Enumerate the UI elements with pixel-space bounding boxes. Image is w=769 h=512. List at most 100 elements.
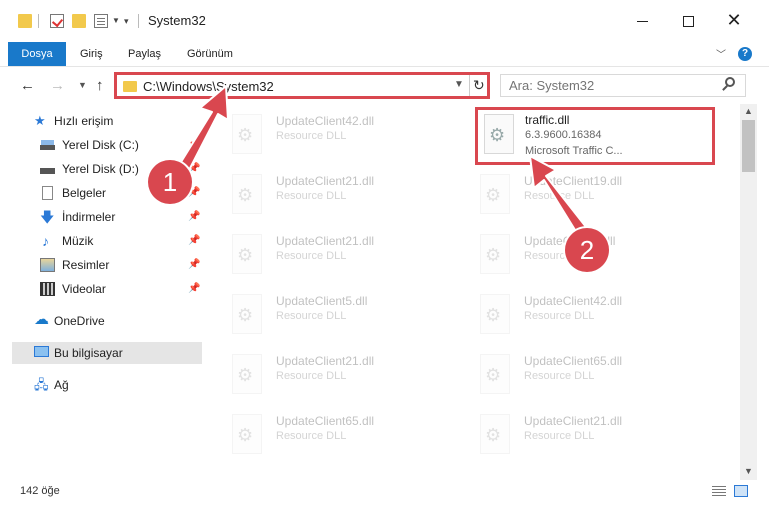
dll-file-icon: [232, 294, 262, 334]
forward-button[interactable]: →: [50, 77, 65, 94]
folder-icon: [18, 14, 32, 28]
file-name: UpdateClient21.dll: [276, 234, 375, 248]
maximize-button[interactable]: [673, 10, 703, 30]
folder-icon: [123, 81, 137, 92]
pin-icon[interactable]: 📌: [188, 254, 200, 276]
computer-icon: [34, 346, 49, 357]
scroll-down-icon[interactable]: ▼: [744, 466, 753, 476]
pin-icon[interactable]: 📌: [188, 278, 200, 300]
drive-icon: [40, 162, 55, 176]
sidebar-item-pictures[interactable]: Resimler 📌: [12, 254, 202, 276]
sidebar-item-quick-access[interactable]: ★ Hızlı erişim: [12, 110, 202, 132]
search-input[interactable]: [509, 78, 709, 93]
expand-ribbon-icon[interactable]: ﹀: [716, 46, 726, 61]
search-box[interactable]: [500, 74, 746, 97]
dll-file-icon: [232, 234, 262, 274]
file-item[interactable]: UpdateClient19.dll Resource DLL: [468, 168, 708, 224]
tab-share[interactable]: Paylaş: [128, 42, 161, 66]
file-type: Resource DLL: [276, 310, 347, 322]
window-title: System32: [148, 13, 206, 28]
file-item[interactable]: UpdateClient21.dll Resource DLL: [220, 228, 460, 284]
sidebar-item-label: OneDrive: [54, 314, 105, 328]
dll-file-icon: [232, 414, 262, 454]
customize-quick-access-icon[interactable]: ▾: [124, 16, 129, 27]
minimize-icon: [636, 20, 648, 22]
item-count: 142 öğe: [20, 485, 60, 497]
file-item[interactable]: UpdateClient65.dll Resource DLL: [468, 348, 708, 404]
sidebar-item-label: İndirmeler: [62, 210, 116, 224]
divider: [469, 75, 470, 96]
file-item-traffic-dll[interactable]: traffic.dll 6.3.9600.16384 Microsoft Tra…: [475, 107, 715, 165]
chevron-down-icon[interactable]: ▼: [112, 16, 120, 25]
file-item[interactable]: UpdateClient21.dll Resource DLL: [220, 168, 460, 224]
help-icon[interactable]: ?: [738, 47, 752, 61]
recent-locations-icon[interactable]: ▼: [78, 80, 87, 90]
vertical-scrollbar[interactable]: ▲ ▼: [740, 104, 757, 480]
navigation-pane: ★ Hızlı erişim Yerel Disk (C:) 📌 Yerel D…: [0, 104, 210, 472]
file-item[interactable]: UpdateClient42.dll Resource DLL: [220, 108, 460, 164]
address-bar[interactable]: C:\Windows\System32 ▼ ↻: [114, 72, 490, 99]
close-button[interactable]: ✕: [719, 10, 749, 30]
sidebar-item-label: Resimler: [62, 258, 110, 272]
minimize-button[interactable]: [627, 10, 657, 30]
sidebar-item-network[interactable]: 🖧 Ağ: [12, 374, 202, 396]
status-bar: 142 öğe: [0, 480, 769, 502]
file-type: Resource DLL: [524, 370, 595, 382]
file-type: Resource DLL: [524, 430, 595, 442]
documents-icon: [42, 186, 53, 200]
file-list: UpdateClient42.dll Resource DLL traffic.…: [210, 104, 740, 472]
divider: [38, 14, 39, 28]
pin-icon[interactable]: 📌: [188, 230, 200, 252]
file-name: UpdateClient42.dll: [524, 294, 623, 308]
back-button[interactable]: ←: [20, 77, 35, 94]
divider: [0, 66, 769, 67]
refresh-icon[interactable]: ↻: [473, 77, 485, 94]
pin-icon[interactable]: 📌: [188, 134, 200, 156]
pin-icon[interactable]: 📌: [188, 206, 200, 228]
file-type: Resource DLL: [524, 310, 595, 322]
file-item[interactable]: UpdateClient5.dll Resource DLL: [220, 288, 460, 344]
divider: [138, 14, 139, 28]
address-path[interactable]: C:\Windows\System32: [143, 79, 274, 94]
tab-file[interactable]: Dosya: [8, 42, 66, 66]
sidebar-item-music[interactable]: ♪ Müzik 📌: [12, 230, 202, 252]
file-name: UpdateClient65.dll: [276, 414, 375, 428]
file-item[interactable]: UpdateClient21.dll Resource DLL: [220, 348, 460, 404]
file-item[interactable]: UpdateClient65.dll Resource DLL: [220, 408, 460, 464]
step-badge-2: 2: [565, 228, 609, 272]
sidebar-item-label: Videolar: [62, 282, 106, 296]
dll-file-icon: [480, 294, 510, 334]
sidebar-item-onedrive[interactable]: ☁ OneDrive: [12, 310, 202, 332]
scroll-up-icon[interactable]: ▲: [744, 106, 753, 116]
view-icon[interactable]: [94, 14, 108, 28]
file-item[interactable]: UpdateClient21.dll Resource DLL: [468, 408, 708, 464]
up-button[interactable]: ↑: [96, 77, 104, 94]
sidebar-item-label: Yerel Disk (D:): [62, 162, 139, 176]
file-description: Microsoft Traffic C...: [525, 145, 623, 157]
sidebar-item-this-pc[interactable]: Bu bilgisayar: [12, 342, 202, 364]
pictures-icon: [40, 258, 55, 272]
file-name: UpdateClient21.dll: [524, 414, 623, 428]
file-version: 6.3.9600.16384: [525, 129, 602, 141]
sidebar-item-videos[interactable]: Videolar 📌: [12, 278, 202, 300]
scroll-thumb[interactable]: [742, 120, 755, 172]
file-item[interactable]: UpdateClient42.dll Resource DLL: [468, 288, 708, 344]
details-view-icon[interactable]: [712, 486, 726, 496]
large-icons-view-icon[interactable]: [734, 485, 748, 497]
cloud-icon: ☁: [34, 311, 49, 328]
chevron-down-icon[interactable]: ▼: [454, 79, 464, 90]
tab-view[interactable]: Görünüm: [187, 42, 233, 66]
sidebar-item-downloads[interactable]: 🡇 İndirmeler 📌: [12, 206, 202, 228]
file-name: UpdateClient21.dll: [276, 174, 375, 188]
dll-file-icon: [484, 114, 514, 154]
file-name: traffic.dll: [525, 113, 570, 127]
new-folder-icon[interactable]: [72, 14, 86, 28]
dll-file-icon: [480, 414, 510, 454]
dll-file-icon: [232, 174, 262, 214]
properties-icon[interactable]: [50, 14, 64, 28]
search-icon[interactable]: [725, 77, 735, 87]
file-type: Resource DLL: [524, 190, 595, 202]
dll-file-icon: [480, 174, 510, 214]
sidebar-item-local-disk-c[interactable]: Yerel Disk (C:) 📌: [12, 134, 202, 156]
tab-home[interactable]: Giriş: [80, 42, 103, 66]
